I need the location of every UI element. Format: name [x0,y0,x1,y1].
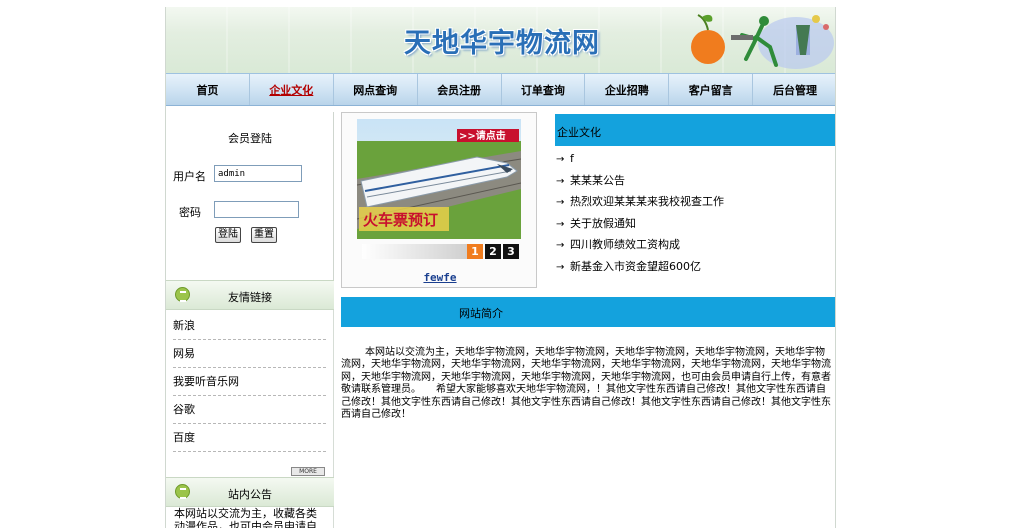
link-item[interactable]: 我要听音乐网 [173,368,326,396]
arrow-right-icon: → [556,175,565,187]
news-header: 企业文化 [555,114,835,146]
slider-controls: 1 2 3 [362,244,522,260]
nav-jobs[interactable]: 企业招聘 [585,74,670,105]
news-item[interactable]: → f [556,148,835,170]
link-item[interactable]: 新浪 [173,312,326,340]
password-input[interactable] [214,201,299,218]
link-item[interactable]: 谷歌 [173,396,326,424]
slide-dot-1[interactable]: 1 [467,244,483,259]
notice-header: 站内公告 [166,477,334,507]
login-panel: 会员登陆 用户名 密码 登陆 重置 [166,112,334,280]
site-header: 天地华宇物流网 [166,7,835,73]
nav-branch-search[interactable]: 网点查询 [334,74,418,105]
slide-dot-2[interactable]: 2 [485,244,501,259]
more-button[interactable]: MORE [291,467,325,476]
nav-culture[interactable]: 企业文化 [250,74,334,105]
main-nav: 首页 企业文化 网点查询 会员注册 订单查询 企业招聘 客户留言 后台管理 [166,73,835,106]
svg-text:火车票预订: 火车票预订 [363,211,438,229]
notice-title: 站内公告 [228,488,272,501]
arrow-right-icon: → [556,197,565,209]
friend-links-list: 新浪 网易 我要听音乐网 谷歌 百度 [166,312,334,452]
svg-text:>>请点击: >>请点击 [459,129,506,142]
nav-order-search[interactable]: 订单查询 [502,74,586,105]
banner-caption[interactable]: fewfe [342,271,538,284]
arrow-right-icon: → [556,240,565,252]
news-item[interactable]: → 关于放假通知 [556,213,835,235]
intro-text: 本网站以交流为主，天地华宇物流网，天地华宇物流网，天地华宇物流网，天地华宇物流网… [341,347,831,421]
login-title: 会员登陆 [228,132,272,145]
username-input[interactable] [214,165,302,182]
nav-admin[interactable]: 后台管理 [753,74,835,105]
links-header: 友情链接 [166,280,334,310]
link-item[interactable]: 网易 [173,340,326,368]
nav-home[interactable]: 首页 [166,74,250,105]
nav-register[interactable]: 会员注册 [418,74,502,105]
site-title: 天地华宇物流网 [404,28,600,59]
news-item[interactable]: → 热烈欢迎某某某来我校视查工作 [556,191,835,213]
banner-panel: >>请点击 火车票预订 1 2 3 fewfe [341,112,537,288]
username-label: 用户名 [173,170,206,183]
link-item[interactable]: 百度 [173,424,326,452]
intro-header: 网站简介 [341,297,835,327]
arrow-right-icon: → [556,154,565,165]
news-item[interactable]: → 四川教师绩效工资构成 [556,234,835,256]
news-list: → f → 某某某公告 → 热烈欢迎某某某来我校视查工作 → 关于放假通知 → 四川教师绩… [556,148,835,278]
password-label: 密码 [179,206,201,219]
news-item[interactable]: → 某某某公告 [556,170,835,192]
intro-title: 网站简介 [459,307,503,320]
reset-button[interactable]: 重置 [251,227,277,243]
header-illustration [691,14,834,69]
page-container: 天地华宇物流网 首页 企业文化 网点查询 会员注册 订单查询 企业招聘 客户留言… [165,7,836,528]
nav-messages[interactable]: 客户留言 [669,74,754,105]
notice-text: 本网站以交流为主，收藏各类动漫作品，也可由会员申请自行 [174,507,317,528]
news-title: 企业文化 [557,126,601,139]
train-ticket-banner[interactable]: >>请点击 火车票预订 [357,119,521,239]
arrow-right-icon: → [556,218,565,230]
news-item[interactable]: → 新基金入市资金望超600亿 [556,256,835,278]
links-title: 友情链接 [228,291,272,304]
slide-dot-3[interactable]: 3 [503,244,519,259]
left-sidebar: 会员登陆 用户名 密码 登陆 重置 友情链接 新浪 网易 我要听音乐网 谷歌 百… [166,112,334,528]
arrow-right-icon: → [556,261,565,273]
login-button[interactable]: 登陆 [215,227,241,243]
